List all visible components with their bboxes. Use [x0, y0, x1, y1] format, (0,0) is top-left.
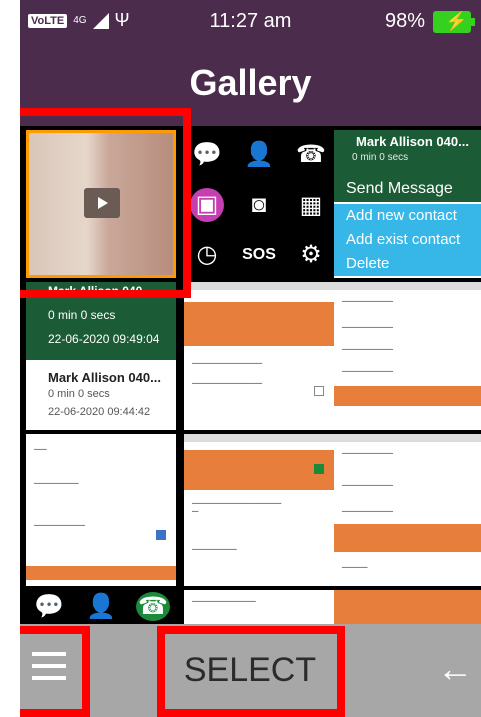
- contacts-icon: 👤: [86, 593, 116, 620]
- settings-line: ────────: [34, 520, 86, 530]
- settings-line: ────────: [342, 366, 394, 376]
- status-bar: VoLTE 4G Ψ 11:27 am 98% ⚡: [20, 0, 481, 46]
- settings-selected-row: [184, 450, 334, 490]
- settings-line: ────: [342, 562, 368, 572]
- select-button[interactable]: SELECT: [165, 648, 335, 692]
- contact-duration: 0 min 0 secs: [352, 152, 409, 163]
- phone-icon: ☎: [296, 141, 326, 168]
- settings-header: [184, 282, 334, 290]
- settings-selected-row: [26, 566, 176, 580]
- play-icon: [84, 188, 120, 218]
- screenshot-thumbnail-messages-settings[interactable]: ─────────── ───────────: [184, 282, 334, 430]
- hamburger-icon: [32, 676, 66, 680]
- screenshot-thumbnail-settings-4[interactable]: [334, 590, 481, 624]
- contacts-icon: 👤: [244, 141, 274, 168]
- back-arrow-icon[interactable]: ←: [437, 648, 473, 690]
- settings-line: ────────: [342, 322, 394, 332]
- settings-line: ────────: [342, 506, 394, 516]
- menu-option: Add new contact: [334, 204, 481, 228]
- settings-selected-row: [334, 524, 481, 552]
- checkbox-icon: [156, 530, 166, 540]
- checkbox-icon: [314, 386, 324, 396]
- screenshot-thumbnail-settings-3[interactable]: ──────────: [184, 590, 334, 624]
- settings-line: ───────: [34, 478, 79, 488]
- hamburger-icon: [32, 652, 66, 656]
- settings-line: ──: [34, 444, 47, 454]
- phone-screen: VoLTE 4G Ψ 11:27 am 98% ⚡ Gallery 💬 👤 ☎ …: [20, 0, 481, 717]
- gallery-icon: ▣: [190, 188, 224, 222]
- camera-icon: ◙: [251, 191, 267, 218]
- screenshot-thumbnail-home[interactable]: 💬 👤 ☎ ▣ ◙ ▦ ◷ SOS ⚙: [184, 130, 334, 278]
- phone-icon: ☎: [136, 592, 170, 621]
- call-log-name: Mark Allison 040...: [48, 284, 153, 298]
- screenshot-thumbnail-sms-settings-2[interactable]: ──────── ──────── ──────── ────: [334, 434, 481, 586]
- settings-selected-row: [184, 302, 334, 346]
- menu-button[interactable]: [30, 646, 70, 686]
- settings-line: ────────: [342, 448, 394, 458]
- checkbox-icon: [314, 464, 324, 474]
- charging-icon: ⚡: [445, 10, 468, 31]
- call-log-date: 22-06-2020 09:49:04: [48, 332, 160, 346]
- settings-line: ──────────: [192, 596, 256, 606]
- screenshot-thumbnail-ringtone-settings[interactable]: ── ─────── ────────: [26, 434, 176, 586]
- settings-header: [334, 434, 481, 442]
- settings-selected-row: [334, 590, 481, 624]
- settings-header: [334, 282, 481, 290]
- screenshot-thumbnail-home-2[interactable]: 💬 👤 ☎: [26, 590, 176, 624]
- settings-line: ────────: [342, 296, 394, 306]
- settings-line: ───────────: [192, 358, 263, 368]
- settings-icon: ⚙: [300, 241, 322, 268]
- screenshot-thumbnail-contact-menu[interactable]: Mark Allison 040... 0 min 0 secs Send Me…: [334, 130, 481, 278]
- settings-selected-row: [334, 386, 481, 406]
- settings-line: ────────: [342, 344, 394, 354]
- contact-name: Mark Allison 040...: [356, 134, 469, 149]
- menu-option: Add exist contact: [334, 228, 481, 252]
- app-header: Gallery: [20, 46, 481, 126]
- sos-icon: SOS: [242, 245, 276, 263]
- menu-option: Send Message: [334, 176, 481, 202]
- battery-icon: ⚡: [433, 10, 475, 33]
- page-title: Gallery: [189, 62, 312, 103]
- gallery-grid: 💬 👤 ☎ ▣ ◙ ▦ ◷ SOS ⚙ Mark Allison 040... …: [20, 126, 481, 624]
- settings-line: ─: [192, 506, 199, 516]
- call-log-date: 22-06-2020 09:44:42: [48, 406, 151, 418]
- call-log-name: Mark Allison 040...: [48, 370, 161, 385]
- screenshot-thumbnail-call-log[interactable]: Mark Allison 040... 0 min 0 secs 22-06-2…: [26, 282, 176, 430]
- call-log-duration: 0 min 0 secs: [48, 388, 110, 400]
- calendar-icon: ▦: [299, 191, 323, 219]
- settings-line: ───────────: [192, 378, 263, 388]
- settings-line: ────────: [342, 480, 394, 490]
- screenshot-thumbnail-sms-settings[interactable]: ──────── ──────── ──────── ────────: [334, 282, 481, 430]
- settings-header: [184, 434, 334, 442]
- status-right: 98% ⚡: [384, 10, 475, 33]
- messages-icon: 💬: [34, 593, 64, 620]
- call-log-duration: 0 min 0 secs: [48, 308, 116, 322]
- screenshot-thumbnail-notification-settings[interactable]: ────────────── ─ ───────: [184, 434, 334, 586]
- clock-icon: ◷: [196, 241, 218, 268]
- settings-line: ──────────────: [192, 498, 282, 508]
- settings-line: ───────: [192, 544, 237, 554]
- hamburger-icon: [32, 664, 66, 668]
- messages-icon: 💬: [192, 141, 222, 168]
- video-thumbnail[interactable]: [26, 130, 176, 278]
- battery-percent: 98%: [384, 10, 425, 32]
- bottom-softkey-bar: SELECT ←: [20, 624, 481, 717]
- menu-option: Delete: [334, 252, 481, 276]
